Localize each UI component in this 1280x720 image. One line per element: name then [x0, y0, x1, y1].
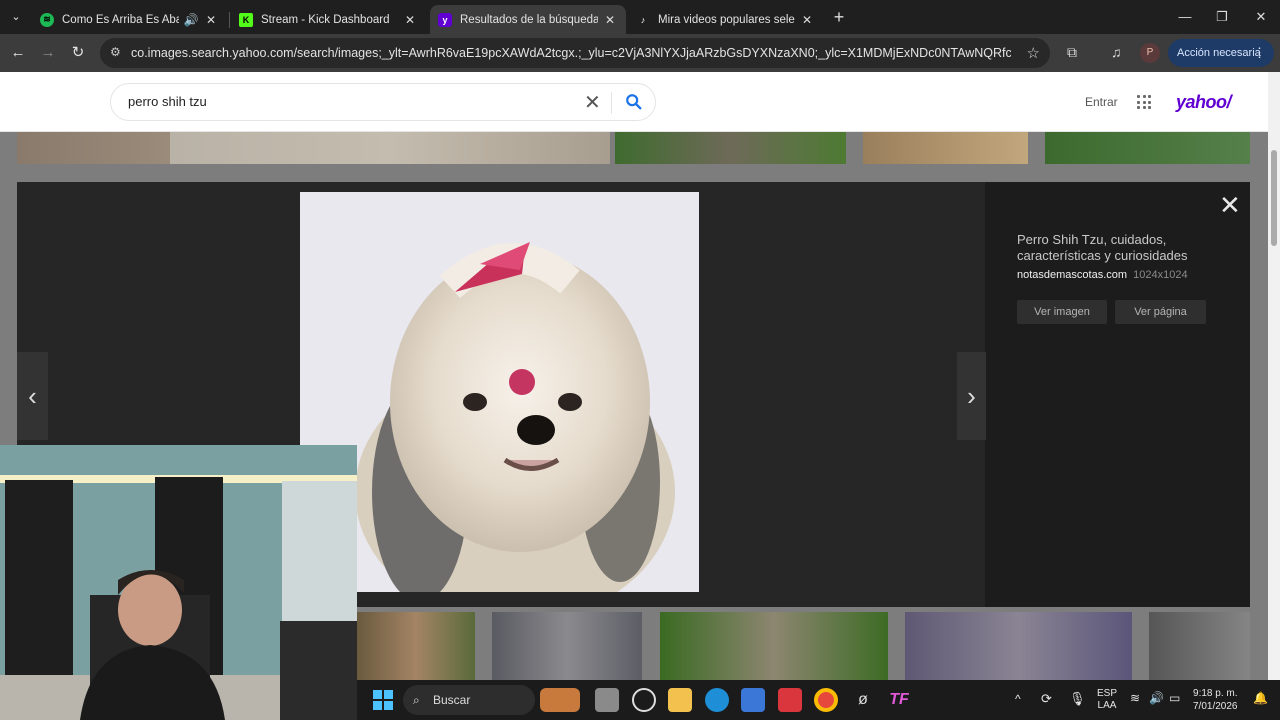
microphone-icon[interactable]: 🎙 — [1069, 691, 1086, 707]
result-thumbnail[interactable] — [170, 132, 610, 164]
previous-image-button[interactable]: ‹ — [17, 352, 48, 440]
site-settings-icon[interactable]: ⚙ — [110, 45, 124, 59]
speaker-icon[interactable]: 🔊 — [183, 13, 199, 27]
search-box: ✕ — [110, 83, 656, 121]
result-thumbnail[interactable] — [357, 612, 475, 680]
yahoo-icon: y — [438, 12, 452, 27]
spotify-icon: ≋ — [40, 12, 54, 27]
minimize-button[interactable]: — — [1166, 6, 1204, 28]
battery-icon[interactable]: ▭ — [1169, 691, 1180, 705]
browser-toolbar: ← → ↻ ⚙ co.images.search.yahoo.com/searc… — [0, 34, 1280, 72]
task-view-icon[interactable] — [595, 688, 619, 712]
clock-time: 9:18 p. m. — [1193, 688, 1238, 699]
clock[interactable]: 9:18 p. m. 7/01/2026 — [1193, 687, 1238, 713]
close-tab-icon[interactable]: ✕ — [602, 13, 618, 27]
chevron-up-icon[interactable]: ^ — [1015, 692, 1021, 706]
yahoo-header: ✕ Entrar yahoo/ — [0, 72, 1268, 132]
signin-link[interactable]: Entrar — [1085, 95, 1118, 109]
sync-icon[interactable]: ⟳ — [1041, 691, 1052, 707]
lang-bottom: LAA — [1097, 700, 1117, 711]
search-input[interactable] — [126, 93, 566, 110]
tab-yahoo[interactable]: y Resultados de la búsqueda de i ✕ — [430, 5, 626, 34]
image-title[interactable]: Perro Shih Tzu, cuidados, característica… — [1017, 232, 1217, 264]
edge-icon[interactable] — [705, 688, 729, 712]
back-button[interactable]: ← — [8, 43, 28, 63]
tab-spotify[interactable]: ≋ Como Es Arriba Es Abajo • F 🔊 ✕ — [32, 5, 227, 34]
menu-dots-icon[interactable]: ⋮ — [1253, 39, 1266, 67]
result-thumbnail[interactable] — [863, 132, 1028, 164]
shih-tzu-image — [300, 192, 699, 592]
preview-image[interactable] — [300, 192, 699, 592]
view-image-button[interactable]: Ver imagen — [1017, 300, 1107, 324]
result-thumbnail[interactable] — [1045, 132, 1250, 164]
close-window-button[interactable]: ✕ — [1242, 6, 1280, 28]
streaming-app-icon[interactable] — [778, 688, 802, 712]
volume-icon[interactable]: 🔊 — [1149, 691, 1164, 705]
widgets-icon[interactable] — [540, 688, 580, 712]
reload-button[interactable]: ↻ — [68, 43, 88, 63]
next-image-button[interactable]: › — [957, 352, 986, 440]
windows-start-icon[interactable] — [371, 688, 395, 712]
clear-search-icon[interactable]: ✕ — [584, 90, 601, 115]
app-icon[interactable]: ø — [851, 688, 875, 712]
lang-top: ESP — [1097, 688, 1118, 699]
scrollbar-thumb[interactable] — [1271, 150, 1277, 246]
taskbar-search-label: Buscar — [433, 693, 471, 707]
profile-avatar[interactable]: P — [1140, 43, 1160, 63]
source-link[interactable]: notasdemascotas.com — [1017, 269, 1127, 281]
tiktok-icon: ♪ — [640, 14, 646, 25]
webcam-feed-image — [0, 445, 357, 720]
wifi-icon[interactable]: ≋ — [1130, 691, 1140, 705]
language-indicator[interactable]: ESP LAA — [1097, 688, 1117, 712]
chrome-icon[interactable] — [814, 688, 838, 712]
image-size: 1024x1024 — [1133, 269, 1188, 281]
search-icon[interactable] — [625, 93, 643, 111]
tab-title: Como Es Arriba Es Abajo • F — [62, 13, 179, 26]
result-thumbnail[interactable] — [905, 612, 1132, 680]
windows-taskbar: ⌕ Buscar ø TF ^ ⟳ 🎙 ESP LAA ≋ 🔊 ▭ 9:18 p… — [357, 680, 1280, 720]
result-thumbnail[interactable] — [1149, 612, 1250, 680]
kick-icon: K — [239, 12, 253, 27]
apps-grid-icon[interactable] — [1137, 95, 1151, 109]
result-thumbnail[interactable] — [492, 612, 642, 680]
tab-kick[interactable]: K Stream - Kick Dashboard ✕ — [231, 5, 426, 34]
url-text: co.images.search.yahoo.com/search/images… — [131, 46, 1011, 60]
page-scrollbar[interactable] — [1268, 72, 1280, 680]
media-control-icon[interactable]: ♫ — [1111, 44, 1122, 60]
action-needed-button[interactable]: Acción necesaria ⋮ — [1168, 39, 1274, 67]
tab-strip: ⌄ ≋ Como Es Arriba Es Abajo • F 🔊 ✕ K St… — [0, 0, 1280, 34]
result-thumbnail[interactable] — [615, 132, 846, 164]
tab-title: Stream - Kick Dashboard — [261, 13, 390, 26]
forward-button[interactable]: → — [38, 43, 58, 63]
action-needed-label: Acción necesaria — [1177, 47, 1261, 59]
extensions-icon[interactable]: ⧉ — [1067, 44, 1077, 61]
yahoo-logo[interactable]: yahoo/ — [1176, 92, 1232, 113]
notifications-icon[interactable]: 🔔 — [1253, 691, 1268, 705]
clock-date: 7/01/2026 — [1193, 701, 1238, 712]
maximize-button[interactable]: ❐ — [1203, 6, 1241, 28]
bookmark-star-icon[interactable]: ☆ — [1027, 44, 1040, 62]
result-thumbnail[interactable] — [17, 132, 170, 164]
close-viewer-icon[interactable]: ✕ — [1219, 190, 1241, 221]
search-icon: ⌕ — [413, 693, 420, 707]
tab-title: Resultados de la búsqueda de i — [460, 13, 598, 26]
image-source: notasdemascotas.com 1024x1024 — [1017, 269, 1188, 281]
microsoft-store-icon[interactable] — [741, 688, 765, 712]
webcam-overlay — [0, 445, 357, 720]
tab-title: Mira videos populares seleccion — [658, 13, 795, 26]
taskbar-search[interactable]: ⌕ Buscar — [403, 685, 535, 715]
address-bar[interactable]: ⚙ co.images.search.yahoo.com/search/imag… — [100, 38, 1050, 68]
view-page-button[interactable]: Ver página — [1115, 300, 1206, 324]
tab-tiktok[interactable]: ♪ Mira videos populares seleccion ✕ — [628, 5, 823, 34]
result-thumbnail[interactable] — [660, 612, 888, 680]
app-icon[interactable] — [632, 688, 656, 712]
close-tab-icon[interactable]: ✕ — [799, 13, 815, 27]
tab-search-button[interactable]: ⌄ — [6, 7, 26, 27]
new-tab-button[interactable]: + — [829, 8, 849, 28]
file-explorer-icon[interactable] — [668, 688, 692, 712]
app-icon[interactable]: TF — [887, 688, 911, 712]
close-tab-icon[interactable]: ✕ — [203, 13, 219, 27]
close-tab-icon[interactable]: ✕ — [402, 13, 418, 27]
